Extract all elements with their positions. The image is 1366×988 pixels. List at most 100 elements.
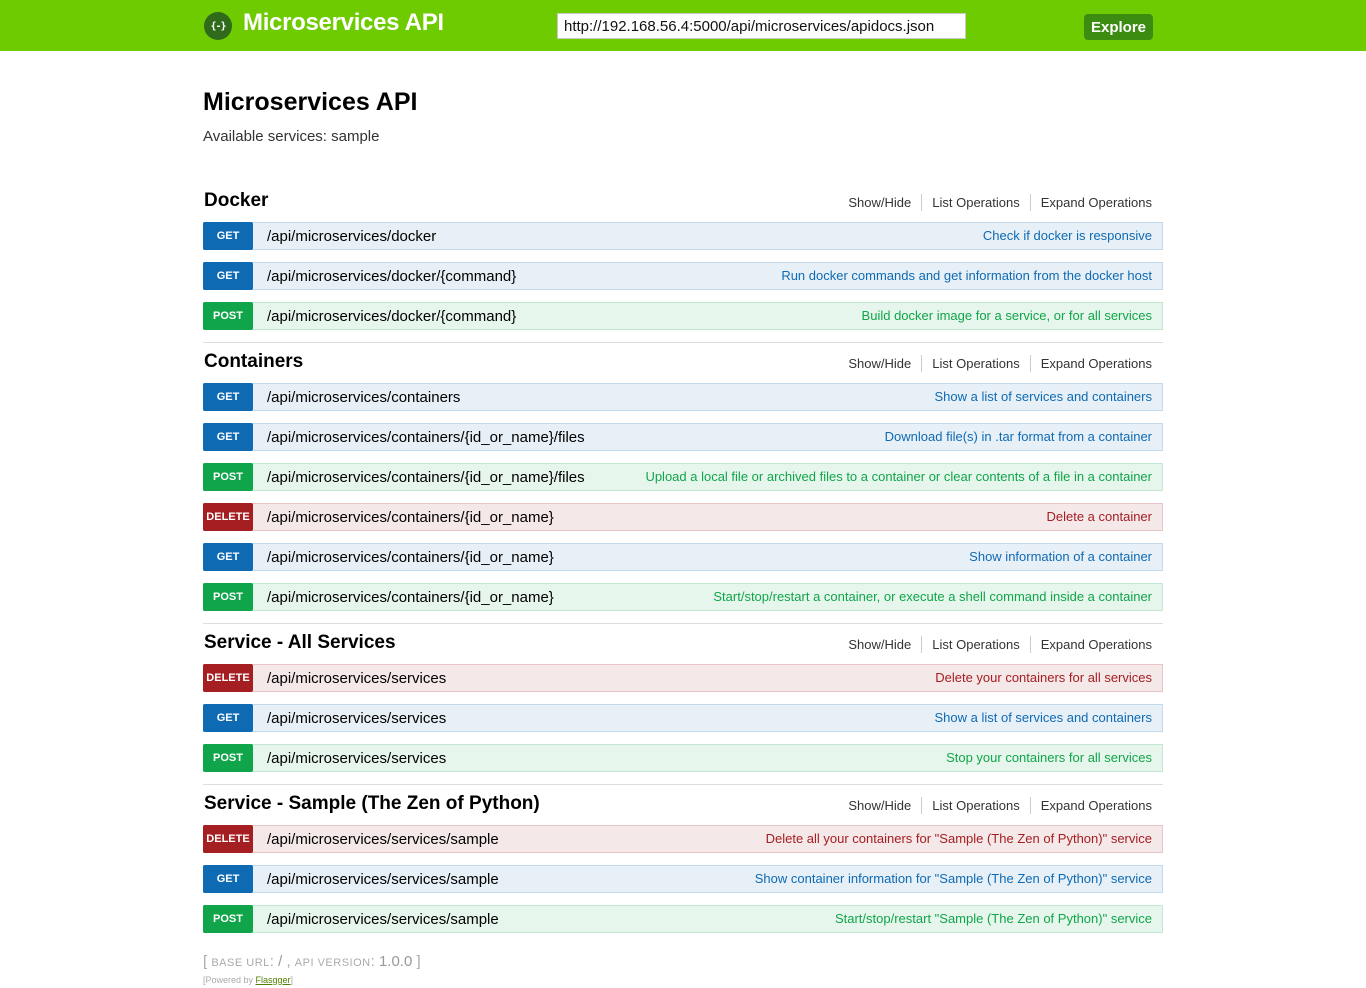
api-version-label: API VERSION <box>294 957 371 969</box>
expand-operations-link[interactable]: Expand Operations <box>1031 195 1152 211</box>
http-method-badge[interactable]: GET <box>203 221 253 250</box>
expand-operations-link[interactable]: Expand Operations <box>1031 356 1152 372</box>
resource-title[interactable]: Docker <box>204 190 268 212</box>
list-operations-link[interactable]: List Operations <box>922 637 1029 653</box>
operation-summary[interactable]: Show a list of services and containers <box>935 389 1153 404</box>
operation-path[interactable]: /api/microservices/services/sample <box>267 871 499 888</box>
show-hide-link[interactable]: Show/Hide <box>838 356 921 372</box>
operation-path[interactable]: /api/microservices/services <box>267 710 446 727</box>
section-divider <box>203 784 1163 785</box>
operation-path[interactable]: /api/microservices/services <box>267 670 446 687</box>
list-operations-link[interactable]: List Operations <box>922 798 1029 814</box>
operation-summary[interactable]: Start/stop/restart "Sample (The Zen of P… <box>835 911 1152 926</box>
resource-title[interactable]: Service - Sample (The Zen of Python) <box>204 793 540 815</box>
expand-operations-link[interactable]: Expand Operations <box>1031 637 1152 653</box>
operation-row-post[interactable]: POST/api/microservices/containers/{id_or… <box>203 462 1163 491</box>
operation-row-post[interactable]: POST/api/microservices/services/sample St… <box>203 904 1163 933</box>
explore-button[interactable]: Explore <box>1084 14 1153 40</box>
resource-title[interactable]: Containers <box>204 351 303 373</box>
operation-path[interactable]: /api/microservices/docker <box>267 228 436 245</box>
http-method-badge[interactable]: GET <box>203 261 253 290</box>
expand-operations-link[interactable]: Expand Operations <box>1031 798 1152 814</box>
operation-summary[interactable]: Download file(s) in .tar format from a c… <box>885 429 1152 444</box>
operation-path[interactable]: /api/microservices/services <box>267 750 446 767</box>
operation-row-get[interactable]: GET/api/microservices/services Show a lis… <box>203 703 1163 732</box>
operation-path[interactable]: /api/microservices/containers/{id_or_nam… <box>267 589 554 606</box>
operation-row-get[interactable]: GET/api/microservices/docker Check if doc… <box>203 221 1163 250</box>
operation-summary[interactable]: Check if docker is responsive <box>983 228 1152 243</box>
operation-row-post[interactable]: POST/api/microservices/services Stop your… <box>203 743 1163 772</box>
powered-suffix: ] <box>290 975 294 985</box>
operation-path[interactable]: /api/microservices/docker/{command} <box>267 308 516 325</box>
operation-summary[interactable]: Run docker commands and get information … <box>781 268 1152 283</box>
resource-section: Docker Show/Hide List Operations Expand Ope… <box>203 180 1163 342</box>
operation-summary[interactable]: Show a list of services and containers <box>935 710 1153 725</box>
http-method-badge[interactable]: POST <box>203 743 253 772</box>
operation-row-post[interactable]: POST/api/microservices/docker/{command} B… <box>203 301 1163 330</box>
operation-summary[interactable]: Upload a local file or archived files to… <box>645 469 1152 484</box>
operation-path[interactable]: /api/microservices/services/sample <box>267 911 499 928</box>
show-hide-link[interactable]: Show/Hide <box>838 798 921 814</box>
resource-actions: Show/Hide List Operations Expand Operation… <box>838 355 1152 372</box>
top-header-bar: {-} Microservices API Explore <box>0 0 1366 51</box>
operation-row-get[interactable]: GET/api/microservices/containers Show a l… <box>203 382 1163 411</box>
http-method-badge[interactable]: POST <box>203 582 253 611</box>
resource-section: Service - Sample (The Zen of Python) Show… <box>203 783 1163 945</box>
operation-row-delete[interactable]: DELETE/api/microservices/services/sample… <box>203 824 1163 853</box>
api-url-input[interactable] <box>557 13 966 39</box>
operation-summary[interactable]: Show information of a container <box>969 549 1152 564</box>
http-method-badge[interactable]: GET <box>203 422 253 451</box>
powered-by: [Powered by Flasgger] <box>203 975 293 985</box>
api-footer: [ BASE URL: / , API VERSION: 1.0.0 ] <box>203 953 421 970</box>
http-method-badge[interactable]: DELETE <box>203 663 253 692</box>
http-method-badge[interactable]: POST <box>203 904 253 933</box>
operation-summary[interactable]: Delete all your containers for "Sample (… <box>766 831 1152 846</box>
http-method-badge[interactable]: GET <box>203 542 253 571</box>
operation-summary[interactable]: Start/stop/restart a container, or execu… <box>713 589 1152 604</box>
resource-heading: Docker Show/Hide List Operations Expand Ope… <box>203 180 1163 222</box>
app-title-link[interactable]: Microservices API <box>243 9 444 37</box>
base-url-label: BASE URL <box>211 957 270 969</box>
api-version-value: 1.0.0 <box>378 953 413 970</box>
operation-summary[interactable]: Show container information for "Sample (… <box>755 871 1152 886</box>
operation-summary[interactable]: Delete a container <box>1046 509 1152 524</box>
operation-row-get[interactable]: GET/api/microservices/docker/{command} Ru… <box>203 261 1163 290</box>
http-method-badge[interactable]: GET <box>203 382 253 411</box>
resource-heading: Service - Sample (The Zen of Python) Show… <box>203 783 1163 825</box>
operation-path[interactable]: /api/microservices/containers/{id_or_nam… <box>267 509 554 526</box>
operation-row-post[interactable]: POST/api/microservices/containers/{id_or… <box>203 582 1163 611</box>
page-title: Microservices API <box>203 88 418 116</box>
list-operations-link[interactable]: List Operations <box>922 356 1029 372</box>
show-hide-link[interactable]: Show/Hide <box>838 195 921 211</box>
operation-path[interactable]: /api/microservices/containers/{id_or_nam… <box>267 429 585 446</box>
http-method-badge[interactable]: GET <box>203 703 253 732</box>
http-method-badge[interactable]: POST <box>203 462 253 491</box>
http-method-badge[interactable]: POST <box>203 301 253 330</box>
operation-row-get[interactable]: GET/api/microservices/services/sample Sho… <box>203 864 1163 893</box>
resource-actions: Show/Hide List Operations Expand Operation… <box>838 194 1152 211</box>
show-hide-link[interactable]: Show/Hide <box>838 637 921 653</box>
footer-open-bracket: [ <box>203 953 208 970</box>
resource-heading: Containers Show/Hide List Operations Expand… <box>203 341 1163 383</box>
operation-row-get[interactable]: GET/api/microservices/containers/{id_or_… <box>203 542 1163 571</box>
http-method-badge[interactable]: DELETE <box>203 824 253 853</box>
http-method-badge[interactable]: GET <box>203 864 253 893</box>
operation-path[interactable]: /api/microservices/services/sample <box>267 831 499 848</box>
resource-title[interactable]: Service - All Services <box>204 632 396 654</box>
operation-summary[interactable]: Delete your containers for all services <box>935 670 1152 685</box>
api-description: Available services: sample <box>203 128 380 145</box>
operation-path[interactable]: /api/microservices/containers <box>267 389 460 406</box>
operation-path[interactable]: /api/microservices/docker/{command} <box>267 268 516 285</box>
flasgger-link[interactable]: Flasgger <box>256 975 291 985</box>
http-method-badge[interactable]: DELETE <box>203 502 253 531</box>
operation-row-delete[interactable]: DELETE/api/microservices/containers/{id_… <box>203 502 1163 531</box>
section-divider <box>203 342 1163 343</box>
list-operations-link[interactable]: List Operations <box>922 195 1029 211</box>
operation-row-get[interactable]: GET/api/microservices/containers/{id_or_… <box>203 422 1163 451</box>
operation-path[interactable]: /api/microservices/containers/{id_or_nam… <box>267 549 554 566</box>
resource-actions: Show/Hide List Operations Expand Operation… <box>838 636 1152 653</box>
operation-path[interactable]: /api/microservices/containers/{id_or_nam… <box>267 469 585 486</box>
operation-row-delete[interactable]: DELETE/api/microservices/services Delete … <box>203 663 1163 692</box>
operation-summary[interactable]: Stop your containers for all services <box>946 750 1152 765</box>
operation-summary[interactable]: Build docker image for a service, or for… <box>862 308 1152 323</box>
